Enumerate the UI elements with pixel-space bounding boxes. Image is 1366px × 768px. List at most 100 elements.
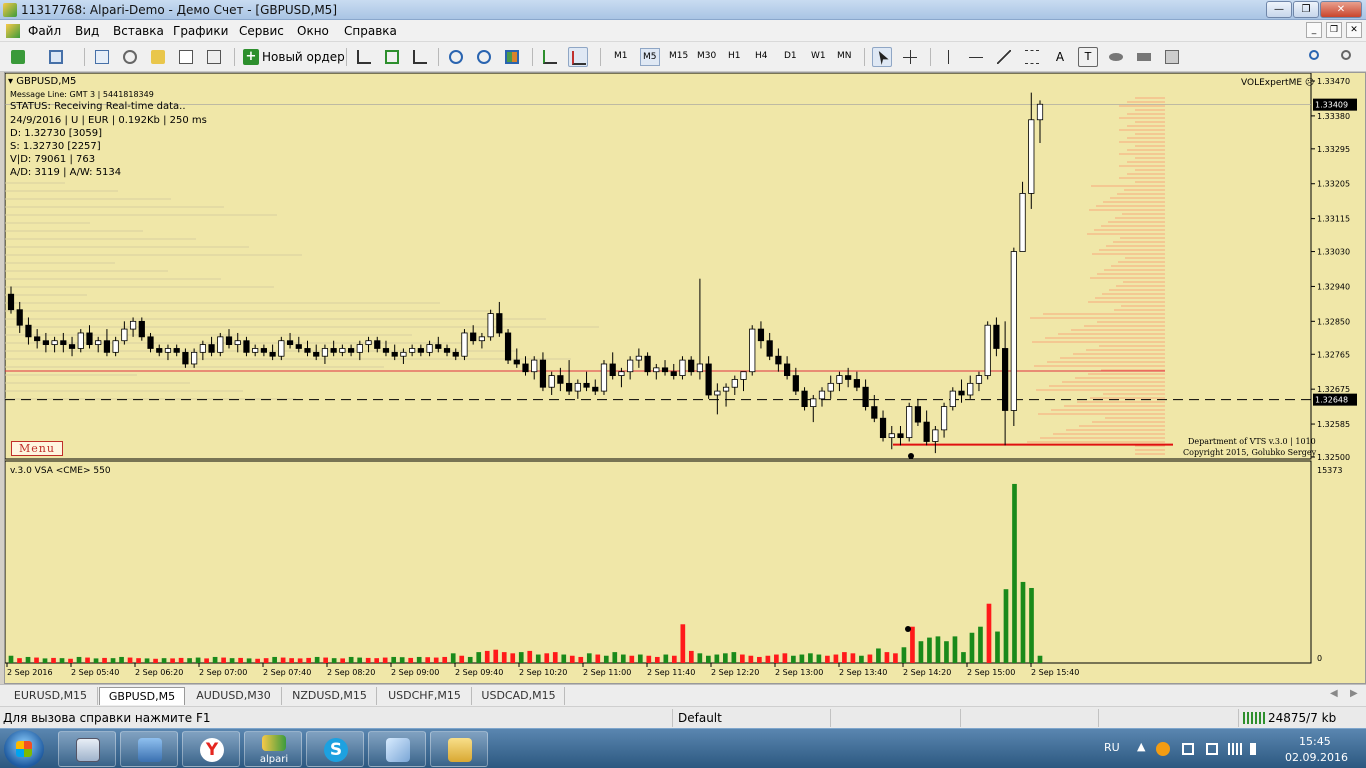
tile-windows-button[interactable] bbox=[502, 47, 522, 67]
candle-body bbox=[60, 340, 67, 345]
menu-view[interactable]: Вид bbox=[75, 24, 99, 38]
network-icon[interactable] bbox=[1228, 743, 1242, 755]
text-label-button[interactable]: T bbox=[1078, 47, 1098, 67]
candle-body bbox=[16, 309, 23, 326]
mdi-minimize-button[interactable]: _ bbox=[1306, 22, 1322, 38]
menu-button[interactable]: Menu bbox=[11, 441, 63, 456]
vertical-line-button[interactable] bbox=[938, 47, 958, 67]
document-icon[interactable] bbox=[6, 24, 20, 38]
menu-tools[interactable]: Сервис bbox=[239, 24, 284, 38]
channel-button[interactable] bbox=[1022, 47, 1042, 67]
tab-gbpusd[interactable]: GBPUSD,M5 bbox=[99, 687, 185, 705]
menu-insert[interactable]: Вставка bbox=[113, 24, 164, 38]
timeframe-mn[interactable]: MN bbox=[837, 51, 852, 61]
trendline-button[interactable] bbox=[994, 47, 1014, 67]
terminal-button[interactable] bbox=[176, 47, 196, 67]
volume-axis-max: 15373 bbox=[1317, 466, 1342, 475]
menu-file[interactable]: Файл bbox=[28, 24, 61, 38]
candle-body bbox=[252, 348, 259, 353]
tab-nzdusd[interactable]: NZDUSD,M15 bbox=[283, 687, 377, 705]
bar-chart-button[interactable] bbox=[354, 47, 374, 67]
timeframe-m5[interactable]: M5 bbox=[640, 48, 660, 66]
new-order-label: Новый ордер bbox=[262, 50, 345, 64]
timeframe-d1[interactable]: D1 bbox=[784, 51, 797, 61]
strategy-tester-button[interactable] bbox=[204, 47, 224, 67]
profiles-button[interactable] bbox=[46, 47, 66, 67]
price-axis-label: 1.33030 bbox=[1317, 248, 1350, 257]
line-chart-button[interactable] bbox=[410, 47, 430, 67]
volume-bar bbox=[459, 655, 465, 663]
candle-body bbox=[853, 379, 860, 388]
chart-canvas[interactable]: 1.33470 1.33380 1.33295 1.33205 1.33115 1.330… bbox=[5, 73, 1365, 683]
arrows-dropdown-button[interactable] bbox=[1162, 47, 1182, 67]
volume-bar bbox=[450, 653, 456, 663]
horizontal-line-button[interactable] bbox=[966, 47, 986, 67]
tray-app-icon[interactable] bbox=[1156, 742, 1170, 756]
start-button[interactable] bbox=[4, 730, 44, 768]
zoom-in-button[interactable] bbox=[446, 47, 466, 67]
volume-bar bbox=[969, 632, 975, 663]
menu-window[interactable]: Окно bbox=[297, 24, 329, 38]
minimize-button[interactable]: — bbox=[1266, 1, 1292, 18]
timeframe-m1[interactable]: M1 bbox=[614, 51, 628, 61]
new-chart-button[interactable] bbox=[8, 47, 28, 67]
account-icon bbox=[1341, 50, 1351, 60]
chart-window[interactable]: 1.33470 1.33380 1.33295 1.33205 1.33115 1.330… bbox=[4, 72, 1366, 684]
timeframe-h4[interactable]: H4 bbox=[755, 51, 768, 61]
timeframe-m30[interactable]: M30 bbox=[697, 51, 716, 61]
taskbar-yandex[interactable]: Y bbox=[182, 731, 240, 767]
candle-body bbox=[330, 348, 337, 353]
tray-device-icon[interactable] bbox=[1206, 743, 1218, 755]
menu-charts[interactable]: Графики bbox=[173, 24, 228, 38]
close-button[interactable]: ✕ bbox=[1320, 1, 1362, 18]
time-axis-label: 2 Sep 08:20 bbox=[327, 668, 375, 677]
chart-shift-button[interactable] bbox=[568, 47, 588, 67]
taskbar-skype[interactable]: S bbox=[306, 731, 364, 767]
navigator-button[interactable] bbox=[120, 47, 140, 67]
volume-bar bbox=[654, 656, 660, 663]
candle-body bbox=[487, 313, 494, 338]
tab-eurusd[interactable]: EURUSD,M15 bbox=[4, 687, 98, 705]
autoscroll-button[interactable] bbox=[540, 47, 560, 67]
tab-audusd[interactable]: AUDUSD,M30 bbox=[186, 687, 282, 705]
ellipse-button[interactable] bbox=[1106, 47, 1126, 67]
clock-date[interactable]: 02.09.2016 bbox=[1285, 751, 1348, 764]
tab-usdcad[interactable]: USDCAD,M15 bbox=[473, 687, 565, 705]
taskbar: Y alpari S RU ▲ 15:45 02.09.2016 bbox=[0, 728, 1366, 768]
candle-body bbox=[1019, 193, 1026, 252]
tabs-scroll-right-icon[interactable]: ▶ bbox=[1350, 688, 1358, 699]
data-window-button[interactable] bbox=[148, 47, 168, 67]
cursor-button[interactable] bbox=[872, 47, 892, 67]
timeframe-w1[interactable]: W1 bbox=[811, 51, 826, 61]
tray-flag-icon[interactable] bbox=[1182, 743, 1194, 755]
rectangle-button[interactable] bbox=[1134, 47, 1154, 67]
tab-usdchf[interactable]: USDCHF,M15 bbox=[378, 687, 472, 705]
mdi-restore-button[interactable]: ❐ bbox=[1326, 22, 1342, 38]
volume-icon[interactable] bbox=[1250, 743, 1262, 755]
volume-bar bbox=[119, 656, 124, 663]
clock-time[interactable]: 15:45 bbox=[1299, 735, 1331, 748]
taskbar-folder[interactable] bbox=[430, 731, 488, 767]
new-order-button[interactable]: + Новый ордер bbox=[240, 47, 349, 67]
volume-bar bbox=[884, 652, 890, 663]
zoom-out-button[interactable] bbox=[474, 47, 494, 67]
tabs-scroll-left-icon[interactable]: ◀ bbox=[1330, 688, 1338, 699]
crosshair-button[interactable] bbox=[900, 47, 920, 67]
menu-help[interactable]: Справка bbox=[344, 24, 397, 38]
timeframe-m15[interactable]: M15 bbox=[669, 51, 688, 61]
taskbar-notepad[interactable] bbox=[368, 731, 426, 767]
taskbar-calculator[interactable] bbox=[58, 731, 116, 767]
taskbar-explorer[interactable] bbox=[120, 731, 178, 767]
text-button[interactable]: A bbox=[1050, 47, 1070, 67]
maximize-button[interactable]: ❐ bbox=[1293, 1, 1319, 18]
volume-bar bbox=[961, 652, 966, 663]
account-button[interactable] bbox=[1338, 47, 1358, 67]
search-button[interactable] bbox=[1306, 47, 1326, 67]
tray-expand-icon[interactable]: ▲ bbox=[1137, 740, 1145, 753]
candlestick-button[interactable] bbox=[382, 47, 402, 67]
timeframe-h1[interactable]: H1 bbox=[728, 51, 741, 61]
market-watch-button[interactable] bbox=[92, 47, 112, 67]
taskbar-alpari[interactable]: alpari bbox=[244, 731, 302, 767]
mdi-close-button[interactable]: ✕ bbox=[1346, 22, 1362, 38]
language-indicator[interactable]: RU bbox=[1104, 741, 1120, 754]
